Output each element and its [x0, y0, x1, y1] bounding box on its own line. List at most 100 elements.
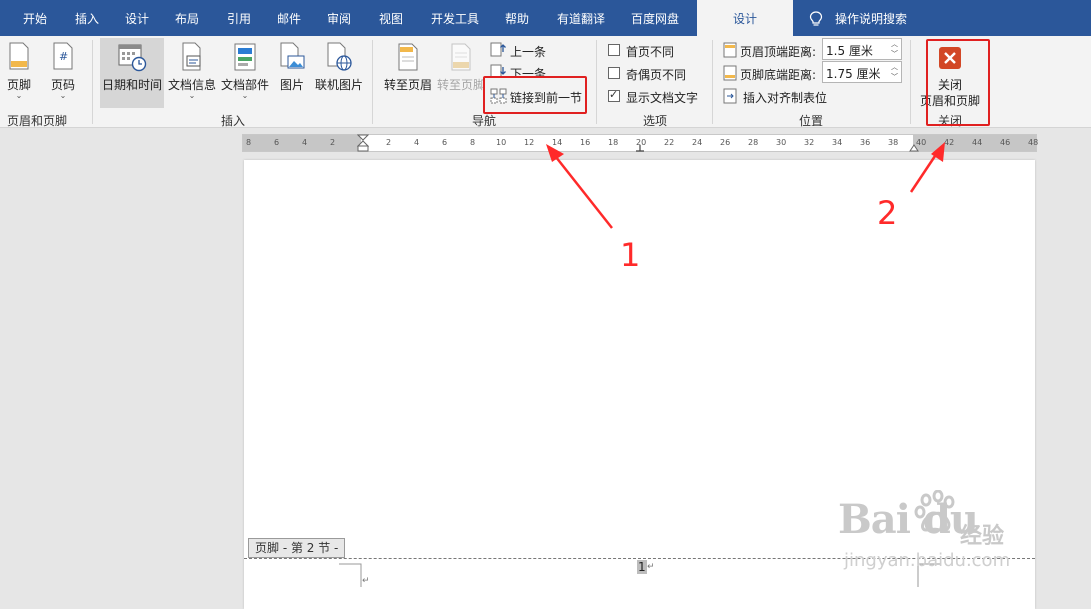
ruler-tick-label: 46: [1000, 138, 1011, 147]
annotation-number-1: 1: [620, 236, 641, 274]
footer-bottom-distance-input[interactable]: 1.75 厘米 ︿ ﹀: [822, 61, 902, 83]
annotation-highlight-link-previous: [483, 76, 587, 114]
footer-icon: [9, 42, 29, 70]
show-document-text-label: 显示文档文字: [626, 91, 699, 105]
insert-alignment-tab-button[interactable]: 插入对齐制表位: [723, 86, 833, 106]
spinner-arrows-icon[interactable]: ︿ ﹀: [891, 39, 898, 59]
header-top-distance-row: 页眉顶端距离:: [723, 40, 821, 60]
page-number-icon: #: [53, 42, 73, 70]
picture-icon: [280, 42, 305, 69]
tab-design[interactable]: 设计: [116, 0, 158, 36]
online-picture-label: 联机图片: [314, 78, 363, 92]
checkbox-box[interactable]: [608, 67, 620, 79]
ruler-tick-label: 36: [860, 138, 871, 147]
ruler-tick-label: 26: [720, 138, 731, 147]
ruler-tick-label: 48: [1028, 138, 1039, 147]
header-top-distance-input[interactable]: 1.5 厘米 ︿ ﹀: [822, 38, 902, 60]
ruler-tick-label: 28: [748, 138, 759, 147]
paragraph-mark-icon: ↵: [647, 562, 655, 572]
picture-label: 图片: [279, 78, 304, 92]
group-separator: [712, 40, 713, 124]
tab-insert[interactable]: 插入: [66, 0, 108, 36]
tab-references[interactable]: 引用: [218, 0, 260, 36]
spinner-arrows-icon[interactable]: ︿ ﹀: [891, 62, 898, 82]
footer-section-tag: 页脚 - 第 2 节 -: [248, 538, 346, 558]
different-first-page-checkbox[interactable]: 首页不同: [608, 40, 704, 60]
chevron-down-icon: ⌄: [15, 91, 23, 100]
header-top-distance-label: 页眉顶端距离:: [740, 45, 817, 59]
ruler-tick-label: 22: [664, 138, 675, 147]
tab-mailings[interactable]: 邮件: [268, 0, 310, 36]
watermark-jingyan-text: 经验: [960, 524, 1005, 549]
show-document-text-checkbox[interactable]: 显示文档文字: [608, 86, 708, 106]
annotation-highlight-close: [926, 39, 990, 126]
chevron-down-icon: ⌄: [188, 91, 196, 100]
tab-home[interactable]: 开始: [14, 0, 56, 36]
ruler-tick-label: 12: [524, 138, 535, 147]
tab-youdao[interactable]: 有道翻译: [550, 0, 612, 36]
online-picture-icon: [327, 42, 352, 71]
ruler-tick-label: 10: [496, 138, 507, 147]
footer-bottom-distance-row: 页脚底端距离:: [723, 63, 821, 83]
lightbulb-icon: [809, 11, 823, 26]
checkbox-box-checked[interactable]: [608, 88, 620, 102]
footer-bottom-distance-label: 页脚底端距离:: [740, 68, 817, 82]
document-parts-icon: [234, 43, 256, 71]
document-info-icon: [182, 42, 201, 71]
group-label-header-footer: 页眉和页脚: [6, 114, 67, 128]
picture-button[interactable]: 图片: [274, 38, 310, 108]
document-parts-button[interactable]: 文档部件 ⌄: [219, 38, 271, 108]
ruler-tick-label: 2: [330, 138, 336, 147]
ruler-tick-label: 6: [274, 138, 280, 147]
tab-review[interactable]: 审阅: [318, 0, 360, 36]
online-picture-button[interactable]: 联机图片: [313, 38, 365, 108]
center-tab-stop-icon[interactable]: [635, 144, 645, 152]
tab-baidu-netdisk[interactable]: 百度网盘: [624, 0, 686, 36]
footer-button[interactable]: 页脚 ⌄: [0, 38, 38, 108]
goto-header-icon: [398, 43, 418, 71]
tab-developer[interactable]: 开发工具: [424, 0, 486, 36]
group-separator: [372, 40, 373, 124]
ruler-tick-label: 38: [888, 138, 899, 147]
previous-button[interactable]: 上一条: [490, 40, 580, 60]
goto-header-label: 转至页眉: [383, 78, 432, 92]
alignment-tab-icon: [723, 88, 737, 104]
insert-alignment-tab-label: 插入对齐制表位: [743, 91, 828, 105]
tab-view[interactable]: 视图: [370, 0, 412, 36]
ruler-tick-label: 4: [302, 138, 308, 147]
date-time-button[interactable]: 日期和时间: [100, 38, 164, 108]
document-info-button[interactable]: 文档信息 ⌄: [166, 38, 218, 108]
tab-layout[interactable]: 布局: [166, 0, 208, 36]
indent-marker-icon[interactable]: [357, 134, 369, 152]
header-distance-icon: [723, 42, 737, 58]
ruler-tick-label: 2: [386, 138, 392, 147]
annotation-arrow-2: [909, 142, 945, 193]
annotation-number-2: 2: [877, 194, 898, 232]
paragraph-mark-icon: ↵: [362, 576, 370, 586]
goto-footer-button[interactable]: 转至页脚: [436, 38, 486, 108]
tab-header-footer-design[interactable]: 设计: [697, 0, 793, 36]
previous-section-icon: [490, 42, 506, 57]
ruler-tick-label: 44: [972, 138, 983, 147]
group-separator: [910, 40, 911, 124]
tab-help[interactable]: 帮助: [496, 0, 538, 36]
checkbox-box[interactable]: [608, 44, 620, 56]
group-label-insert: 插入: [220, 114, 245, 128]
footer-page-number[interactable]: 1: [637, 560, 647, 574]
ruler-tick-label: 34: [832, 138, 843, 147]
different-odd-even-checkbox[interactable]: 奇偶页不同: [608, 63, 704, 83]
tell-me-label: 操作说明搜索: [835, 12, 908, 26]
group-separator: [92, 40, 93, 124]
page-number-button[interactable]: # 页码 ⌄: [44, 38, 82, 108]
goto-header-button[interactable]: 转至页眉: [380, 38, 436, 108]
ruler-tick-label: 4: [414, 138, 420, 147]
goto-footer-label: 转至页脚: [436, 78, 485, 92]
date-time-label: 日期和时间: [101, 78, 162, 92]
footer-bottom-distance-value: 1.75 厘米: [826, 67, 881, 81]
watermark-url-text: jingyan.baidu.com: [844, 550, 1011, 571]
goto-footer-icon: [451, 43, 471, 71]
watermark-brand-text: Bai du: [838, 496, 979, 543]
annotation-arrow-1: [546, 144, 613, 229]
chevron-down-icon: ⌄: [241, 91, 249, 100]
previous-label: 上一条: [510, 45, 547, 59]
